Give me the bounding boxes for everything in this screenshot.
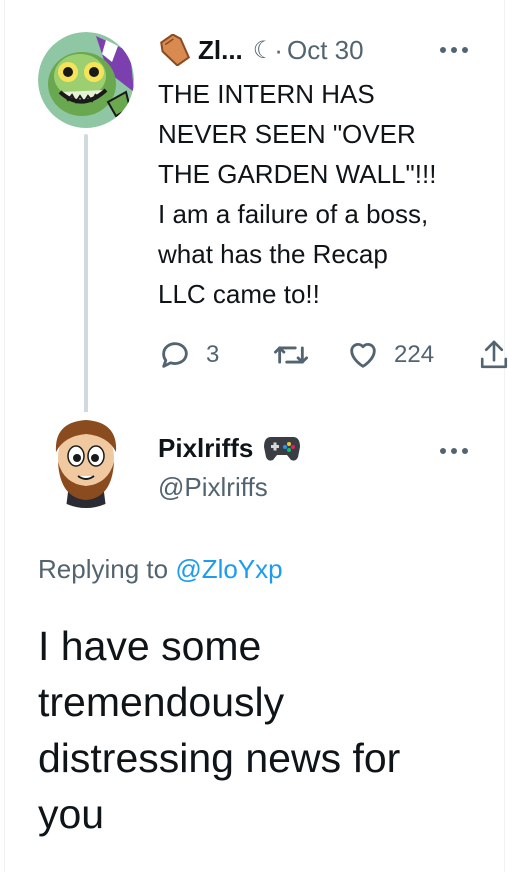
heart-icon: [346, 338, 380, 372]
tweet-actions: 3 224: [158, 338, 508, 378]
thread-connector-line: [84, 134, 88, 414]
reply-tweet-text: I have some tremendously distressing new…: [38, 623, 401, 837]
more-icon[interactable]: [440, 47, 468, 53]
parent-author-avatar[interactable]: [38, 32, 134, 128]
like-count: 224: [394, 341, 435, 368]
reply-header: Pixlriffs: [158, 430, 301, 466]
more-icon[interactable]: [440, 448, 468, 454]
reply-count: 3: [206, 341, 220, 368]
reply-author-block: Pixlriffs @Pixlriffs: [158, 430, 301, 503]
parent-header: Zl... ☾ · Oct 30: [158, 33, 364, 67]
replying-to-line: Replying to @ZloYxp: [38, 554, 283, 585]
reply-author-avatar[interactable]: [38, 412, 134, 508]
gamepad-icon: [263, 433, 301, 463]
share-button[interactable]: [478, 338, 508, 372]
replying-handle-link[interactable]: @ZloYxp: [175, 554, 282, 584]
column-border-left: [4, 0, 5, 872]
retweet-button[interactable]: [272, 338, 310, 372]
reply-button[interactable]: 3: [158, 338, 219, 372]
reply-author-handle[interactable]: @Pixlriffs: [158, 472, 301, 503]
share-icon: [478, 338, 508, 372]
parent-tweet-text: THE INTERN HAS NEVER SEEN "OVER THE GARD…: [158, 79, 437, 309]
reply-icon: [158, 338, 192, 372]
parent-author-name[interactable]: Zl...: [198, 35, 243, 66]
coffin-icon: [158, 33, 192, 67]
retweet-icon: [272, 338, 310, 372]
separator-dot: ·: [274, 34, 283, 65]
column-border-right: [504, 0, 505, 872]
tweet-thread: Zl... ☾ · Oct 30 THE INTERN HAS NEVER SE…: [0, 0, 508, 872]
like-button[interactable]: 224: [346, 338, 434, 372]
reply-author-name[interactable]: Pixlriffs: [158, 433, 253, 464]
faded-badge-icon: ☾: [252, 36, 275, 64]
tweet-date[interactable]: Oct 30: [287, 35, 364, 66]
replying-prefix: Replying to: [38, 554, 169, 584]
